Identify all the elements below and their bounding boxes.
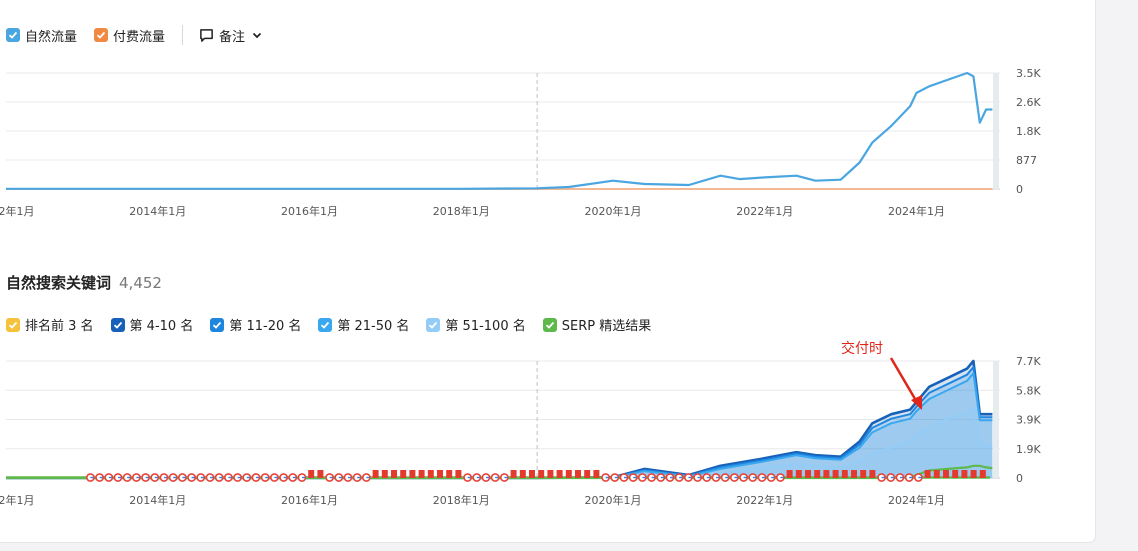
flag-icon (317, 470, 324, 478)
flag-icon (575, 470, 581, 478)
x-tick-label: 2018年1月 (433, 204, 490, 218)
flag-icon (869, 470, 876, 478)
annotation-arrow-icon (889, 357, 920, 405)
y-tick-label: 2.6K (1016, 96, 1041, 109)
flag-icon (823, 470, 830, 478)
flag-icon (547, 470, 554, 478)
x-tick-label: 2020年1月 (585, 493, 642, 507)
flag-icon (455, 470, 462, 478)
x-tick-label: 2024年1月 (888, 204, 945, 218)
flag-icon (391, 470, 397, 478)
flag-icon (556, 470, 563, 478)
flag-icon (851, 470, 857, 478)
flag-icon (538, 470, 545, 478)
flag-icon (924, 470, 931, 478)
y-tick-label: 3.9K (1016, 414, 1041, 427)
flag-icon (841, 470, 848, 478)
flag-icon (308, 470, 315, 478)
x-tick-label: 2022年1月 (736, 493, 793, 507)
chart-scroll-strip (993, 361, 999, 478)
flag-icon (529, 470, 535, 478)
flag-icon (593, 470, 600, 478)
y-tick-label: 5.8K (1016, 384, 1041, 397)
y-tick-label: 1.9K (1016, 443, 1041, 456)
series-area-keyword-rank-4 (6, 408, 993, 478)
chart-scroll-strip (993, 73, 999, 189)
flag-icon (400, 470, 407, 478)
flag-icon (519, 470, 526, 478)
flag-icon (943, 470, 949, 478)
flag-icon (510, 470, 517, 478)
flag-icon (565, 470, 572, 478)
flag-icon (933, 470, 940, 478)
x-tick-label: 2012年1月 (0, 493, 35, 507)
flag-icon (795, 470, 802, 478)
flag-icon (381, 470, 388, 478)
flag-icon (952, 470, 959, 478)
x-tick-label: 2014年1月 (129, 204, 186, 218)
x-tick-label: 2020年1月 (585, 204, 642, 218)
flag-icon (860, 470, 867, 478)
flag-icon (418, 470, 425, 478)
flag-icon (372, 470, 379, 478)
flag-icon (409, 470, 416, 478)
flag-icon (961, 470, 968, 478)
y-tick-label: 0 (1016, 183, 1023, 196)
y-tick-label: 0 (1016, 472, 1023, 485)
x-tick-label: 2016年1月 (281, 493, 338, 507)
y-tick-label: 3.5K (1016, 67, 1041, 80)
flag-icon (814, 470, 821, 478)
flag-icon (805, 470, 811, 478)
flag-icon (832, 470, 839, 478)
y-tick-label: 1.8K (1016, 125, 1041, 138)
flag-icon (437, 470, 443, 478)
series-area-keyword-rank-3 (6, 373, 993, 478)
annotation-label: 交付时 (841, 340, 883, 357)
flag-icon (786, 470, 793, 478)
y-tick-label: 7.7K (1016, 355, 1041, 368)
flag-icon (970, 470, 977, 478)
x-tick-label: 2018年1月 (433, 493, 490, 507)
x-tick-label: 2016年1月 (281, 204, 338, 218)
x-tick-label: 2024年1月 (888, 493, 945, 507)
flag-icon (427, 470, 434, 478)
flag-icon (446, 470, 453, 478)
x-tick-label: 2022年1月 (736, 204, 793, 218)
x-tick-label: 2014年1月 (129, 493, 186, 507)
y-tick-label: 877 (1016, 154, 1037, 167)
x-tick-label: 2012年1月 (0, 204, 35, 218)
flag-icon (979, 470, 986, 478)
flag-icon (584, 470, 591, 478)
charts-svg: 3.5K 2.6K 1.8K 877 0 2012年1月 2014年1月 2016年1月 201… (0, 67, 1041, 507)
